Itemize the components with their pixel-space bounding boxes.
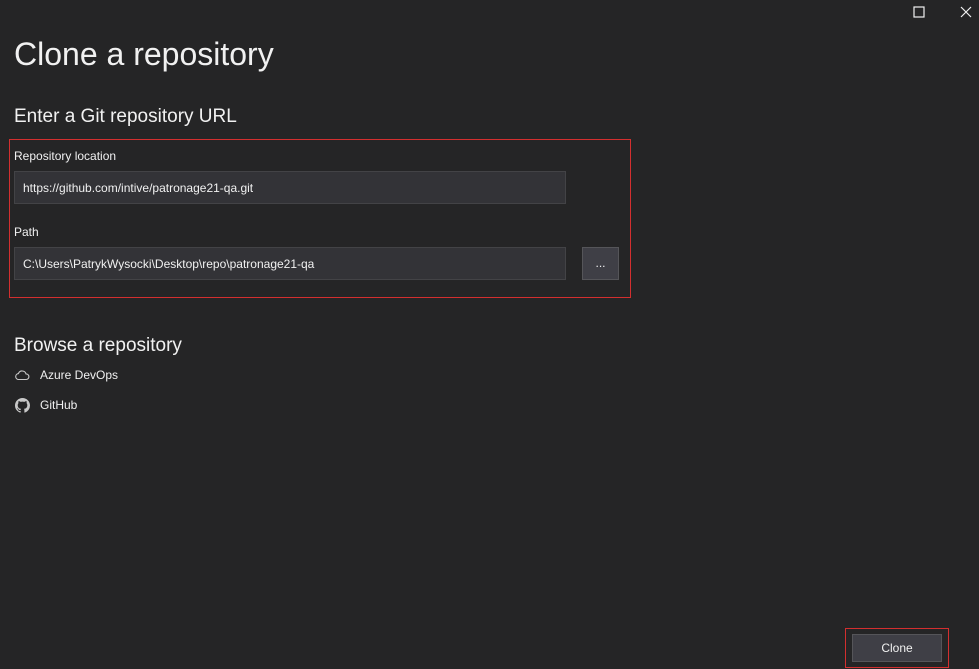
repository-location-label: Repository location [14, 149, 117, 163]
repository-location-input[interactable] [14, 171, 566, 204]
browse-item-label: GitHub [40, 398, 78, 412]
browse-heading: Browse a repository [14, 335, 182, 356]
browse-item-github[interactable]: GitHub [14, 395, 77, 415]
page-title: Clone a repository [14, 36, 274, 72]
close-icon [960, 6, 972, 18]
git-url-heading: Enter a Git repository URL [14, 106, 237, 127]
browse-item-azure-devops[interactable]: Azure DevOps [14, 365, 118, 385]
close-button[interactable] [956, 2, 976, 22]
cloud-icon [14, 367, 30, 383]
maximize-icon [913, 6, 925, 18]
path-input[interactable] [14, 247, 566, 280]
maximize-button[interactable] [909, 2, 929, 22]
clone-button[interactable]: Clone [852, 634, 942, 662]
path-label: Path [14, 225, 39, 239]
browse-item-label: Azure DevOps [40, 368, 119, 382]
browse-folder-button[interactable]: ... [582, 247, 619, 280]
github-icon [14, 397, 30, 413]
